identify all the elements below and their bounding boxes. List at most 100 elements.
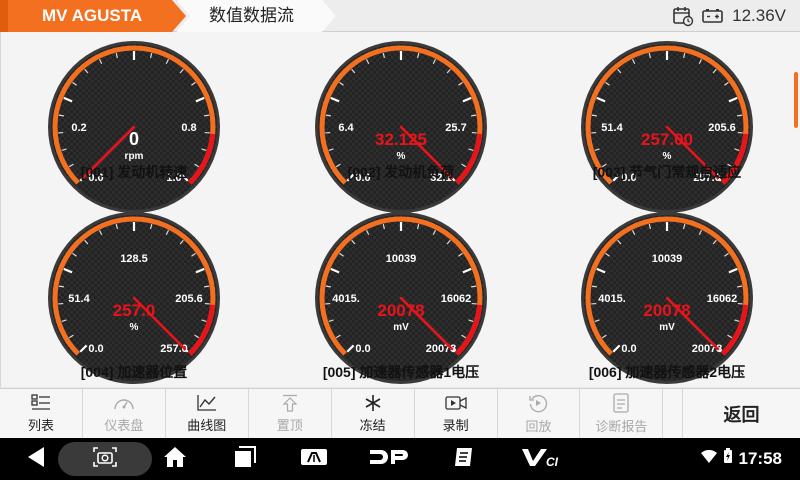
brand-tab[interactable]: MV AGUSTA xyxy=(0,0,186,32)
gauge-unit: mV xyxy=(659,322,675,333)
gauge-minor-tick xyxy=(712,68,717,74)
gauge-2[interactable]: 6.4 25.7 0.0 32.1 32.125% xyxy=(1,32,800,387)
gauge-minor-tick xyxy=(648,223,652,230)
back-button[interactable]: 返回 xyxy=(683,389,800,439)
nav-back-button[interactable] xyxy=(16,438,56,480)
nav-home-button[interactable] xyxy=(155,438,195,480)
gauge-minor-tick xyxy=(468,148,474,152)
graph-button[interactable]: 曲线图 xyxy=(166,389,249,439)
gauge-svg: 0.2 0.80.0 1.00rpm xyxy=(48,41,220,213)
gauge-minor-tick xyxy=(631,230,636,236)
gauge-panel[interactable]: ︿ 0.2 0.8 0.0 1.0 0 rpm 6.4 25.7 0.0 32.1 32.125%… xyxy=(0,32,800,387)
gauge-minor-tick xyxy=(471,114,477,117)
system-clock: 17:58 xyxy=(700,438,782,480)
gauge-tick-label-high: 205.6 xyxy=(708,122,736,134)
gauge-unit: % xyxy=(130,322,139,333)
gauge-minor-tick xyxy=(591,114,597,117)
battery-charging-icon xyxy=(723,438,733,480)
gauge-unit: mV xyxy=(393,322,409,333)
gauge-minor-tick xyxy=(471,285,477,288)
gauge-major-tick xyxy=(462,267,472,274)
dp-app-button[interactable] xyxy=(364,438,414,480)
page-title: 数值数据流 xyxy=(176,0,336,32)
report-label: 诊断报告 xyxy=(595,419,648,434)
gauge-scale-arc xyxy=(52,216,216,356)
nav-recents-button[interactable] xyxy=(225,438,265,480)
collapse-handle[interactable]: ︿ xyxy=(373,64,429,78)
gauge-major-tick xyxy=(330,267,340,274)
gauge-minor-tick xyxy=(84,68,89,74)
gauge-minor-tick xyxy=(594,148,600,152)
gauge-major-tick xyxy=(596,96,606,103)
vci-app-button[interactable]: CI xyxy=(516,438,566,480)
gauge-minor-tick xyxy=(446,239,451,245)
system-nav-bar: CI 17:58 xyxy=(0,438,800,480)
gauge-tick-label-low: 4015. xyxy=(332,293,360,305)
report-button[interactable]: 诊断报告 xyxy=(580,389,664,439)
arrow-up-icon xyxy=(281,394,299,412)
gauge-minor-tick xyxy=(734,319,740,323)
gauge-minor-tick xyxy=(365,59,370,65)
gauge-major-tick xyxy=(330,96,340,103)
gauge-minor-tick xyxy=(149,223,153,230)
record-button[interactable]: 录制 xyxy=(415,389,498,439)
gauge-bezel xyxy=(581,212,753,384)
gauge-svg: 6.4 25.70.0 32.132.125% xyxy=(315,41,487,213)
gauge-unit: % xyxy=(663,151,672,162)
gauge-unit: rpm xyxy=(125,151,144,162)
gauge-6[interactable]: 4015. 16062 0.0 20078 10039 20078 mV xyxy=(1,32,800,387)
gauge-bezel xyxy=(581,41,753,213)
gauge-major-tick xyxy=(728,267,738,274)
gauge-min-label: 0.0 xyxy=(355,343,370,355)
gauge-minor-tick xyxy=(98,59,103,65)
gauge-minor-tick xyxy=(204,285,210,288)
playback-button[interactable]: 回放 xyxy=(498,389,581,439)
gauge-minor-tick xyxy=(446,68,451,74)
gauge-1[interactable]: 0.2 0.8 0.0 1.0 0 rpm xyxy=(1,32,800,387)
gauge-major-tick xyxy=(728,96,738,103)
battery-icon xyxy=(702,8,724,24)
gauge-major-tick xyxy=(346,344,355,353)
dashboard-button[interactable]: 仪表盘 xyxy=(83,389,166,439)
gauge-minor-tick xyxy=(617,239,622,245)
home-icon xyxy=(163,446,187,473)
gauge-3[interactable]: 51.4 205.6 0.0 257.0 257.00% xyxy=(1,32,800,387)
gauge-minor-tick xyxy=(61,319,67,323)
gauge-minor-tick xyxy=(734,148,740,152)
gauge-max-label: 20078 xyxy=(426,343,457,355)
list-icon xyxy=(31,394,51,412)
gauge-svg: 4015. 16062 0.0 20078 10039 20078 mV xyxy=(315,212,487,384)
gauge-minor-tick xyxy=(115,52,119,59)
gauge-tick-label-low: 6.4 xyxy=(338,122,354,134)
manual-app-button[interactable] xyxy=(444,438,484,480)
triangle-back-icon xyxy=(26,446,46,473)
clock-time: 17:58 xyxy=(738,449,782,468)
gauge-minor-tick xyxy=(682,52,686,59)
gauge-minor-tick xyxy=(351,68,356,74)
gauge-max-label: 20078 xyxy=(692,343,723,355)
gauge-5[interactable]: 4015. 16062 0.0 20078 10039 20078 mV xyxy=(1,32,800,387)
gauge-redline-arc xyxy=(455,304,483,356)
book-icon xyxy=(453,446,475,473)
gauge-minor-tick xyxy=(72,81,77,86)
dashboard-label: 仪表盘 xyxy=(104,418,144,433)
gauge-value: 20078 xyxy=(377,301,424,320)
scrollbar[interactable] xyxy=(794,72,798,128)
gauge-major-tick xyxy=(596,267,606,274)
freeze-button[interactable]: 冻结 xyxy=(332,389,415,439)
gauge-minor-tick xyxy=(191,252,196,257)
pin-top-button[interactable]: 置顶 xyxy=(249,389,332,439)
gauge-4[interactable]: 51.4 205.6 0.0 257.0 128.5 257.0% xyxy=(1,32,800,387)
screenshot-button[interactable] xyxy=(84,438,126,480)
snowflake-icon xyxy=(364,394,382,412)
gauge-minor-tick xyxy=(179,239,184,245)
vehicle-app-button[interactable] xyxy=(294,438,334,480)
list-button[interactable]: 列表 xyxy=(0,389,83,439)
gauge-tick-label-high: 16062 xyxy=(441,293,472,305)
gauge-minor-tick xyxy=(325,114,331,117)
gauge-minor-tick xyxy=(339,81,344,86)
gauge-face xyxy=(51,215,217,381)
gauge-minor-tick xyxy=(179,68,184,74)
toolbar-spacer xyxy=(663,389,683,439)
gauge-minor-tick xyxy=(712,239,717,245)
